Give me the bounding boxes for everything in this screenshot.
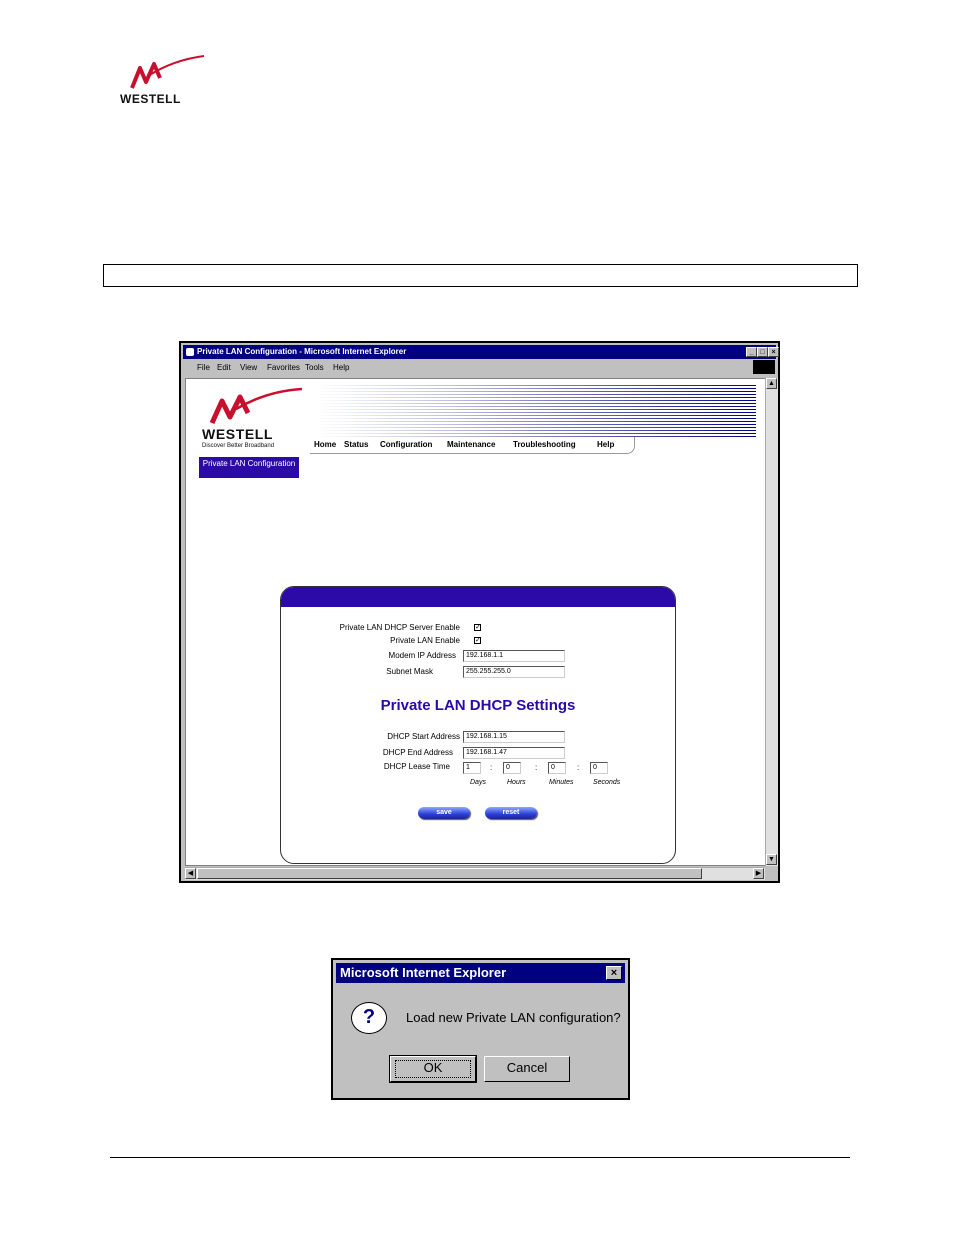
dialog-message: Load new Private LAN configuration?	[406, 1010, 621, 1025]
horizontal-scroll-thumb[interactable]	[197, 868, 702, 879]
page-logo-text: WESTELL	[202, 426, 274, 442]
menu-view[interactable]: View	[240, 363, 257, 372]
modem-ip-label: Modem IP Address	[388, 651, 456, 660]
cancel-button[interactable]: Cancel	[484, 1056, 570, 1082]
maximize-button[interactable]: □	[757, 347, 768, 357]
days-label: Days	[470, 779, 486, 786]
subnet-mask-input[interactable]: 255.255.255.0	[463, 666, 565, 678]
hours-label: Hours	[507, 779, 526, 786]
config-panel: Private LAN DHCP Server Enable ✓ Private…	[280, 586, 676, 864]
westell-logo: WESTELL	[118, 54, 208, 108]
logo-text: WESTELL	[120, 92, 181, 106]
scroll-up-icon[interactable]: ▲	[766, 378, 777, 389]
westell-swoosh-icon	[130, 55, 205, 89]
nav-status[interactable]: Status	[344, 440, 368, 449]
nav-home[interactable]: Home	[314, 440, 336, 449]
dialog-title-bar: Microsoft Internet Explorer ×	[336, 963, 625, 983]
lease-separator: :	[490, 763, 493, 772]
menu-favorites[interactable]: Favorites	[267, 363, 300, 372]
nav-help[interactable]: Help	[597, 440, 614, 449]
menu-file[interactable]: File	[197, 363, 210, 372]
lease-separator: :	[577, 763, 580, 772]
reset-button[interactable]: reset	[485, 807, 537, 819]
ie-icon	[186, 348, 194, 356]
browser-title-bar: Private LAN Configuration - Microsoft In…	[183, 345, 779, 359]
header-stripes	[316, 385, 756, 437]
close-button[interactable]: ×	[768, 347, 779, 357]
focus-ring	[395, 1060, 471, 1078]
minimize-button[interactable]: _	[746, 347, 757, 357]
menu-edit[interactable]: Edit	[217, 363, 231, 372]
lan-enable-checkbox[interactable]: ✓	[474, 637, 481, 644]
seconds-label: Seconds	[593, 779, 621, 786]
horizontal-scrollbar[interactable]: ◀ ▶	[185, 867, 765, 880]
ie-throbber-icon	[753, 360, 775, 374]
lease-hours-input[interactable]: 0	[503, 762, 521, 774]
menu-help[interactable]: Help	[333, 363, 349, 372]
lease-time-label: DHCP Lease Time	[383, 762, 450, 771]
dhcp-end-label: DHCP End Address	[382, 748, 453, 757]
minutes-label: Minutes	[549, 779, 574, 786]
lease-separator: :	[535, 763, 538, 772]
save-button[interactable]: save	[418, 807, 470, 819]
nav-troubleshooting[interactable]: Troubleshooting	[513, 440, 576, 449]
section-tab: Private LAN Configuration	[199, 457, 299, 478]
note-box	[103, 264, 858, 287]
dhcp-start-label: DHCP Start Address	[387, 732, 460, 741]
dialog-title: Microsoft Internet Explorer	[340, 965, 507, 980]
browser-window: Private LAN Configuration - Microsoft In…	[179, 341, 780, 883]
browser-viewport: WESTELL Discover Better Broadband Home S…	[185, 378, 770, 866]
menu-tools[interactable]: Tools	[305, 363, 324, 372]
browser-title: Private LAN Configuration - Microsoft In…	[197, 347, 407, 356]
nav-bar: Home Status Configuration Maintenance Tr…	[310, 437, 635, 454]
dhcp-server-enable-label: Private LAN DHCP Server Enable	[339, 623, 460, 632]
dhcp-end-input[interactable]: 192.168.1.47	[463, 747, 565, 759]
scroll-down-icon[interactable]: ▼	[766, 854, 777, 865]
lease-days-input[interactable]: 1	[463, 762, 481, 774]
nav-configuration[interactable]: Configuration	[380, 440, 432, 449]
panel-header	[281, 587, 675, 607]
scroll-right-icon[interactable]: ▶	[753, 868, 764, 879]
vertical-scrollbar[interactable]: ▲ ▼	[765, 378, 778, 866]
confirm-dialog: Microsoft Internet Explorer × ? Load new…	[331, 958, 630, 1100]
lease-seconds-input[interactable]: 0	[590, 762, 608, 774]
scroll-left-icon[interactable]: ◀	[185, 868, 196, 879]
page-logo: WESTELL Discover Better Broadband	[202, 387, 312, 449]
dhcp-start-input[interactable]: 192.168.1.15	[463, 731, 565, 743]
menu-bar: File Edit View Favorites Tools Help	[183, 360, 776, 376]
modem-ip-input[interactable]: 192.168.1.1	[463, 650, 565, 662]
dialog-close-icon[interactable]: ×	[606, 966, 622, 980]
dhcp-settings-title: Private LAN DHCP Settings	[380, 697, 576, 714]
westell-swoosh-icon	[209, 387, 303, 425]
lan-enable-label: Private LAN Enable	[390, 636, 460, 645]
question-icon: ?	[351, 1002, 387, 1034]
lease-minutes-input[interactable]: 0	[548, 762, 566, 774]
ok-button[interactable]: OK	[389, 1055, 477, 1083]
tagline: Discover Better Broadband	[202, 443, 275, 449]
subnet-mask-label: Subnet Mask	[386, 667, 433, 676]
footer-divider	[110, 1157, 850, 1158]
nav-maintenance[interactable]: Maintenance	[447, 440, 495, 449]
dhcp-server-enable-checkbox[interactable]: ✓	[474, 624, 481, 631]
